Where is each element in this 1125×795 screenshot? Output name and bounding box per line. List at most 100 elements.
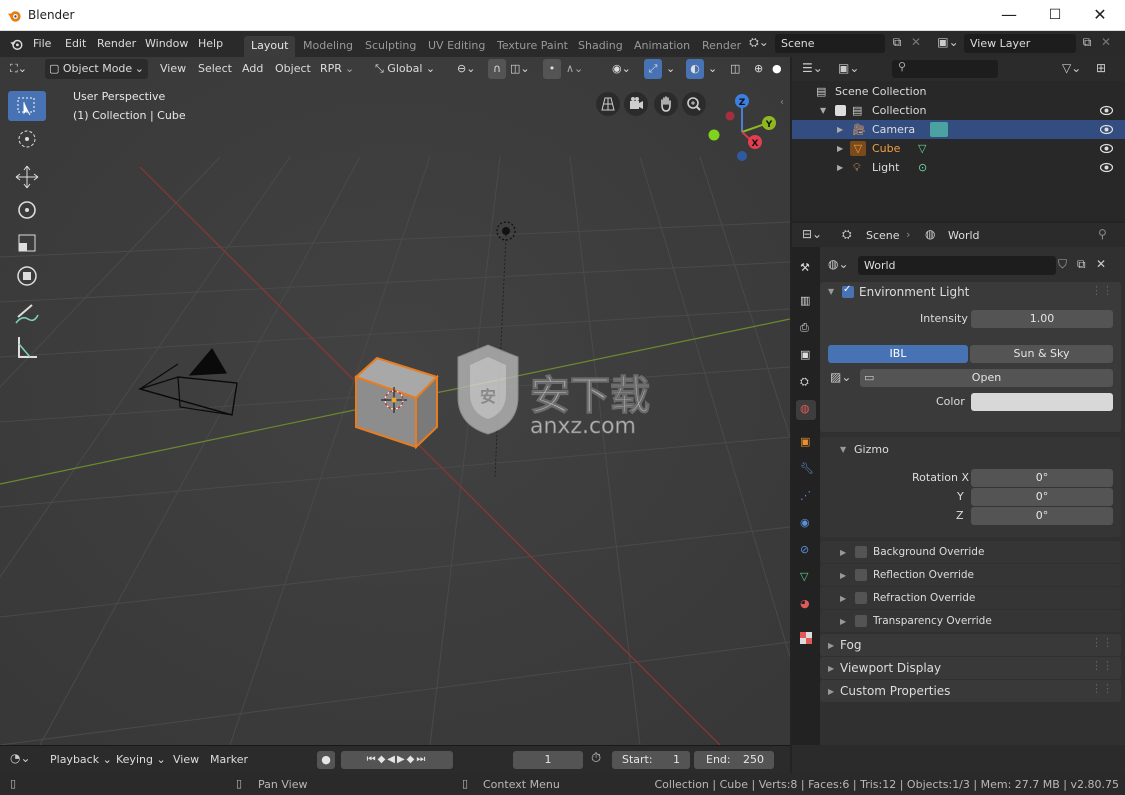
- fake-user-icon[interactable]: ⛉: [1058, 257, 1067, 272]
- tab-shading[interactable]: Shading: [571, 36, 630, 57]
- duplicate-icon[interactable]: ⧉: [1077, 257, 1086, 272]
- falloff-icon[interactable]: ∧⌄: [566, 59, 583, 79]
- sun-sky-tab[interactable]: Sun & Sky: [970, 345, 1113, 363]
- menu-playback[interactable]: Playback ⌄: [50, 753, 112, 766]
- outliner-row-scene-collection[interactable]: ▤ Scene Collection: [792, 82, 1125, 101]
- reflection-override-panel[interactable]: ▶ Reflection Override: [820, 564, 1121, 586]
- tool-tab[interactable]: ⚒: [796, 259, 816, 279]
- drag-handle-icon[interactable]: ⋮⋮: [1091, 659, 1113, 672]
- measure-tool[interactable]: [8, 332, 46, 362]
- 3d-viewport[interactable]: 安 安下载 anxz.com Z Y X ⛶⌄ ▢ Object Mode ⌄ …: [0, 57, 790, 745]
- rotation-z-field[interactable]: 0°: [971, 507, 1113, 525]
- menu-edit[interactable]: Edit: [65, 37, 86, 50]
- visibility-icon[interactable]: ◉⌄: [612, 59, 631, 79]
- proportional-edit-icon[interactable]: •: [543, 59, 561, 79]
- world-name-field[interactable]: World: [858, 256, 1056, 275]
- blender-menu-icon[interactable]: [9, 37, 24, 51]
- overlay-toggle-icon[interactable]: ◐: [686, 59, 704, 79]
- background-override-panel[interactable]: ▶ Background Override: [820, 541, 1121, 563]
- pin-icon[interactable]: ⚲: [1098, 227, 1107, 241]
- gizmo-toggle-icon[interactable]: ⤢: [644, 59, 662, 79]
- menu-view[interactable]: View: [160, 59, 186, 79]
- data-tab[interactable]: ▽: [796, 568, 816, 588]
- delete-view-layer-icon[interactable]: ✕: [1098, 35, 1114, 49]
- expand-icon[interactable]: ▶: [840, 594, 846, 603]
- viewport-display-panel[interactable]: ▶ Viewport Display ⋮⋮: [820, 657, 1121, 679]
- override-checkbox[interactable]: [855, 546, 867, 558]
- intensity-field[interactable]: 1.00: [971, 310, 1113, 328]
- filter-icon[interactable]: ▽⌄: [1062, 61, 1081, 75]
- editor-type-icon[interactable]: ☰⌄: [802, 61, 823, 75]
- menu-marker[interactable]: Marker: [210, 753, 248, 766]
- chevron-down-icon[interactable]: ⌄: [666, 59, 675, 79]
- view-layer-tab[interactable]: ▣: [796, 346, 816, 366]
- pivot-icon[interactable]: ⊖⌄: [457, 59, 475, 79]
- constraints-tab[interactable]: ⊘: [796, 541, 816, 561]
- scene-selector-icon[interactable]: ⛭⌄: [745, 35, 773, 53]
- menu-timeline-view[interactable]: View: [173, 753, 199, 766]
- new-view-layer-icon[interactable]: ⧉: [1078, 35, 1096, 50]
- orientation-dropdown[interactable]: ⤡ Global ⌄: [375, 59, 435, 79]
- tab-sculpting[interactable]: Sculpting: [358, 36, 423, 57]
- mesh-data-icon[interactable]: ▽: [918, 139, 926, 158]
- color-swatch[interactable]: [971, 393, 1113, 411]
- menu-select[interactable]: Select: [198, 59, 232, 79]
- sidebar-toggle-icon[interactable]: ‹: [780, 97, 784, 108]
- maximize-button[interactable]: ☐: [1032, 0, 1078, 31]
- custom-properties-panel[interactable]: ▶ Custom Properties ⋮⋮: [820, 680, 1121, 702]
- tab-uv-editing[interactable]: UV Editing: [421, 36, 492, 57]
- playback-controls[interactable]: ⏮◆◀▶◆⏭: [341, 751, 453, 769]
- texture-tab[interactable]: [796, 628, 816, 648]
- particles-tab[interactable]: ⋰: [796, 487, 816, 507]
- chevron-down-icon[interactable]: ⌄: [345, 59, 354, 79]
- expand-icon[interactable]: ▶: [828, 664, 834, 673]
- object-tab[interactable]: ▣: [796, 433, 816, 453]
- pan-view-button[interactable]: [654, 92, 678, 116]
- wireframe-shading-icon[interactable]: ⊕: [754, 59, 763, 79]
- close-button[interactable]: ✕: [1077, 0, 1123, 31]
- world-browse-icon[interactable]: ◍⌄: [828, 257, 849, 271]
- rotation-x-field[interactable]: 0°: [971, 469, 1113, 487]
- modifier-tab[interactable]: 🔧︎: [796, 460, 816, 480]
- display-mode-icon[interactable]: ▣⌄: [838, 61, 859, 75]
- toggle-perspective-button[interactable]: [596, 92, 620, 116]
- start-frame-field[interactable]: Start: 1: [612, 751, 690, 769]
- override-checkbox[interactable]: [855, 615, 867, 627]
- tab-layout[interactable]: Layout: [244, 36, 296, 57]
- delete-scene-icon[interactable]: ✕: [908, 35, 924, 49]
- ibl-tab[interactable]: IBL: [828, 345, 968, 363]
- material-tab[interactable]: ◕: [796, 595, 816, 615]
- fog-panel[interactable]: ▶ Fog ⋮⋮: [820, 634, 1121, 656]
- outliner-row-light[interactable]: ▶ 💡︎ Light ⊙: [792, 158, 1125, 177]
- editor-type-icon[interactable]: ⊟⌄: [802, 227, 822, 241]
- tab-render[interactable]: Render: [695, 36, 748, 57]
- scale-tool[interactable]: [8, 228, 46, 258]
- new-collection-icon[interactable]: ⊞: [1096, 61, 1106, 75]
- select-box-tool[interactable]: [8, 91, 46, 121]
- view-layer-field[interactable]: View Layer: [964, 34, 1076, 53]
- xray-icon[interactable]: ◫: [730, 59, 740, 79]
- eye-icon[interactable]: [1100, 162, 1113, 173]
- menu-keying[interactable]: Keying ⌄: [116, 753, 166, 766]
- override-checkbox[interactable]: [855, 569, 867, 581]
- eye-icon[interactable]: [1100, 143, 1113, 154]
- menu-help[interactable]: Help: [198, 37, 223, 50]
- menu-window[interactable]: Window: [145, 37, 188, 50]
- editor-type-icon[interactable]: ⛶⌄: [10, 59, 27, 79]
- current-frame-field[interactable]: 1: [513, 751, 583, 769]
- outliner-row-collection[interactable]: ▼ ▤ Collection: [792, 101, 1125, 120]
- render-tab[interactable]: ▥: [796, 292, 816, 312]
- light-data-icon[interactable]: ⊙: [918, 158, 927, 177]
- outliner-row-cube[interactable]: ▶ ▽ Cube ▽: [792, 139, 1125, 158]
- expand-icon[interactable]: ▶: [837, 158, 843, 177]
- expand-icon[interactable]: ▶: [837, 139, 843, 158]
- override-checkbox[interactable]: [855, 592, 867, 604]
- eye-icon[interactable]: [1100, 124, 1113, 135]
- rotate-tool[interactable]: [8, 195, 46, 225]
- move-tool[interactable]: [8, 162, 46, 192]
- expand-icon[interactable]: ▶: [840, 617, 846, 626]
- expand-icon[interactable]: ▶: [840, 571, 846, 580]
- new-scene-icon[interactable]: ⧉: [888, 35, 906, 50]
- tab-modeling[interactable]: Modeling: [296, 36, 360, 57]
- refraction-override-panel[interactable]: ▶ Refraction Override: [820, 587, 1121, 609]
